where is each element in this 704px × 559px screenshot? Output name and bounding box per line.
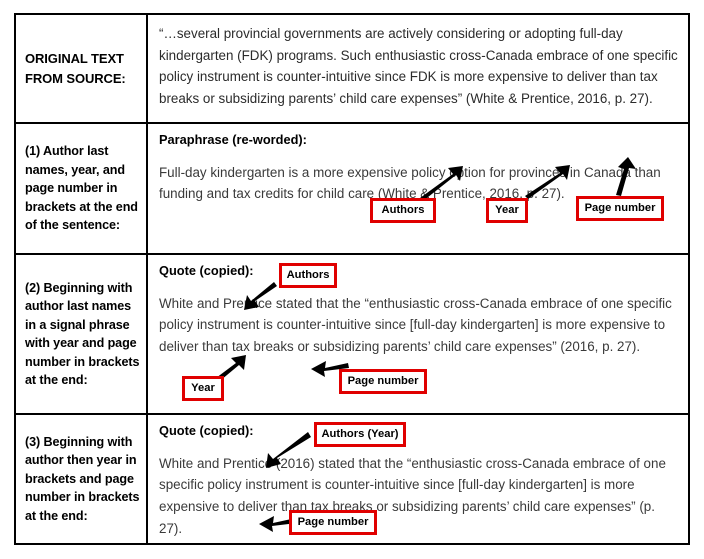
callout-authors: Authors: [279, 263, 337, 288]
citation-formats-table: ORIGINAL TEXT FROM SOURCE: “…several pro…: [14, 13, 690, 545]
quote-author-year-text: White and Prentice (2016) stated that th…: [159, 455, 666, 536]
row-content-paraphrase: Paraphrase (re-worded): Full-day kinderg…: [148, 124, 688, 253]
callout-page-number: Page number: [339, 369, 427, 394]
row-label-paraphrase: (1) Author last names, year, and page nu…: [16, 124, 148, 253]
table-row: (3) Beginning with author then year in b…: [16, 415, 688, 543]
row-label-original-text: ORIGINAL TEXT FROM SOURCE:: [16, 15, 148, 122]
callout-year: Year: [182, 376, 224, 401]
quote-heading: Quote (copied):: [159, 423, 254, 438]
callout-label: Year: [495, 203, 519, 216]
row-content-quote-signal-phrase: Quote (copied): White and Prentice state…: [148, 255, 688, 413]
callout-label: Page number: [297, 515, 369, 528]
row-content-quote-author-year: Quote (copied): White and Prentice (2016…: [148, 415, 688, 543]
callout-authors-year: Authors (Year): [314, 422, 406, 447]
callout-page-number: Page number: [576, 196, 664, 221]
table-row: ORIGINAL TEXT FROM SOURCE: “…several pro…: [16, 15, 688, 124]
quote-heading: Quote (copied):: [159, 263, 254, 278]
callout-year: Year: [486, 198, 528, 223]
callout-label: Page number: [584, 201, 656, 214]
callout-label: Authors: [286, 268, 330, 281]
row-content-original-text: “…several provincial governments are act…: [148, 15, 688, 122]
original-source-quote: “…several provincial governments are act…: [159, 26, 678, 107]
row-label-quote-signal-phrase: (2) Beginning with author last names in …: [16, 255, 148, 413]
table-row: (1) Author last names, year, and page nu…: [16, 124, 688, 255]
quote-signal-phrase-text: White and Prentice stated that the “enth…: [159, 295, 672, 355]
callout-label: Page number: [347, 374, 419, 387]
callout-authors: Authors: [370, 198, 436, 223]
callout-label: Year: [191, 381, 215, 394]
table-row: (2) Beginning with author last names in …: [16, 255, 688, 415]
paraphrase-heading: Paraphrase (re-worded):: [159, 132, 307, 147]
callout-label: Authors: [381, 203, 425, 216]
callout-label: Authors (Year): [321, 427, 399, 440]
row-label-quote-author-year: (3) Beginning with author then year in b…: [16, 415, 148, 543]
callout-page-number: Page number: [289, 510, 377, 535]
